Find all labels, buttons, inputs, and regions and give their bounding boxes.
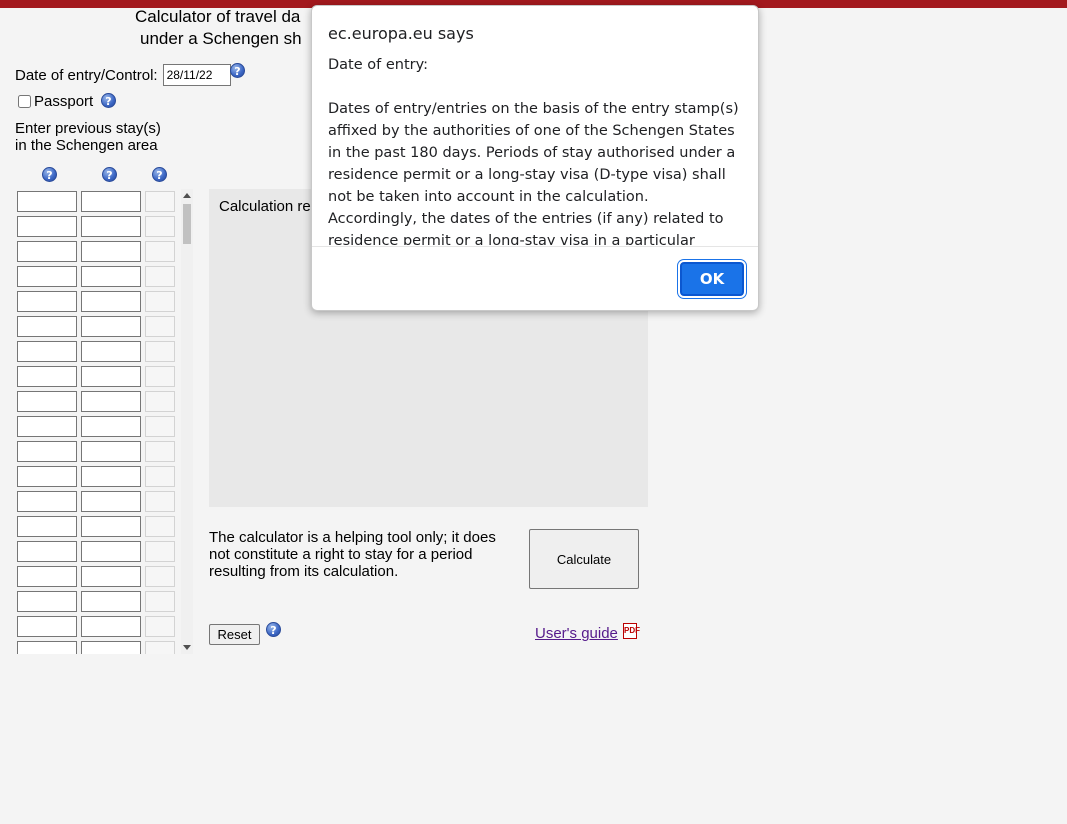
stay-days-field <box>145 491 175 512</box>
stay-entry-date-input[interactable] <box>17 191 77 212</box>
stay-exit-date-input[interactable] <box>81 516 141 537</box>
stay-days-field <box>145 291 175 312</box>
exit-column-help-icon[interactable]: ? <box>102 167 117 182</box>
stay-days-field <box>145 391 175 412</box>
dialog-origin: ec.europa.eu says <box>328 24 474 43</box>
stay-exit-date-input[interactable] <box>81 416 141 437</box>
stay-exit-date-input[interactable] <box>81 241 141 262</box>
scroll-up-arrow-icon[interactable] <box>183 193 191 198</box>
date-of-entry-input[interactable] <box>162 64 231 86</box>
stay-entry-date-input[interactable] <box>17 391 77 412</box>
previous-stays-grid <box>15 189 193 654</box>
alert-dialog: ec.europa.eu says Date of entry: Dates o… <box>311 5 759 311</box>
passport-row: Passport <box>18 93 93 110</box>
stay-days-field <box>145 566 175 587</box>
stay-entry-date-input[interactable] <box>17 466 77 487</box>
stay-entry-date-input[interactable] <box>17 566 77 587</box>
stay-exit-date-input[interactable] <box>81 216 141 237</box>
stay-exit-date-input[interactable] <box>81 266 141 287</box>
stay-entry-date-input[interactable] <box>17 216 77 237</box>
stay-days-field <box>145 316 175 337</box>
stay-entry-date-input[interactable] <box>17 366 77 387</box>
stay-days-field <box>145 266 175 287</box>
stay-days-field <box>145 341 175 362</box>
stay-entry-date-input[interactable] <box>17 591 77 612</box>
stay-exit-date-input[interactable] <box>81 566 141 587</box>
stay-days-field <box>145 466 175 487</box>
stay-days-field <box>145 516 175 537</box>
stay-exit-date-input[interactable] <box>81 341 141 362</box>
stay-days-field <box>145 616 175 637</box>
stay-entry-date-input[interactable] <box>17 416 77 437</box>
stay-exit-date-input[interactable] <box>81 441 141 462</box>
date-of-entry-row: Date of entry/Control: <box>15 64 231 86</box>
entry-column-help-icon[interactable]: ? <box>42 167 57 182</box>
stay-exit-date-input[interactable] <box>81 366 141 387</box>
stay-entry-date-input[interactable] <box>17 616 77 637</box>
days-column-help-icon[interactable]: ? <box>152 167 167 182</box>
stay-entry-date-input[interactable] <box>17 316 77 337</box>
previous-stays-label-line-1: Enter previous stay(s) <box>15 120 161 137</box>
stay-entry-date-input[interactable] <box>17 541 77 562</box>
stay-entry-date-input[interactable] <box>17 341 77 362</box>
page-title: Calculator of travel da under a Schengen… <box>135 6 302 50</box>
stay-exit-date-input[interactable] <box>81 466 141 487</box>
stay-days-field <box>145 541 175 562</box>
stay-entry-date-input[interactable] <box>17 491 77 512</box>
passport-label: Passport <box>34 93 94 110</box>
stay-days-field <box>145 416 175 437</box>
passport-help-icon[interactable]: ? <box>101 93 116 108</box>
stay-entry-date-input[interactable] <box>17 291 77 312</box>
stay-entry-date-input[interactable] <box>17 266 77 287</box>
previous-stays-label-line-2: in the Schengen area <box>15 137 158 154</box>
title-line-1: Calculator of travel da <box>135 7 301 26</box>
stay-days-field <box>145 441 175 462</box>
calculation-result-label: Calculation re <box>219 198 311 215</box>
stay-entry-date-input[interactable] <box>17 241 77 262</box>
stay-entry-date-input[interactable] <box>17 441 77 462</box>
stay-days-field <box>145 216 175 237</box>
pdf-file-icon[interactable]: PDF <box>623 623 640 639</box>
reset-help-icon[interactable]: ? <box>266 622 281 637</box>
users-guide-link[interactable]: User's guide <box>535 625 618 642</box>
reset-button[interactable]: Reset <box>209 624 260 645</box>
dialog-message[interactable]: Date of entry: Dates of entry/entries on… <box>328 54 742 245</box>
stay-entry-date-input[interactable] <box>17 641 77 654</box>
dialog-ok-button[interactable]: OK <box>680 262 744 296</box>
stay-exit-date-input[interactable] <box>81 541 141 562</box>
calculate-button[interactable]: Calculate <box>529 529 639 589</box>
stays-grid-scrollbar[interactable] <box>181 189 193 654</box>
title-line-2: under a Schengen sh <box>140 29 302 48</box>
stay-days-field <box>145 641 175 654</box>
scroll-down-arrow-icon[interactable] <box>183 645 191 650</box>
stay-entry-date-input[interactable] <box>17 516 77 537</box>
stay-exit-date-input[interactable] <box>81 491 141 512</box>
date-of-entry-label: Date of entry/Control: <box>15 66 158 84</box>
stay-exit-date-input[interactable] <box>81 316 141 337</box>
stay-days-field <box>145 591 175 612</box>
disclaimer-text: The calculator is a helping tool only; i… <box>209 529 496 580</box>
stay-days-field <box>145 241 175 262</box>
passport-checkbox[interactable] <box>18 95 31 108</box>
stay-exit-date-input[interactable] <box>81 191 141 212</box>
previous-stays-label: Enter previous stay(s) in the Schengen a… <box>15 120 161 154</box>
stay-exit-date-input[interactable] <box>81 591 141 612</box>
stay-exit-date-input[interactable] <box>81 291 141 312</box>
stay-exit-date-input[interactable] <box>81 641 141 654</box>
stay-days-field <box>145 191 175 212</box>
stay-exit-date-input[interactable] <box>81 616 141 637</box>
dialog-separator <box>312 246 758 247</box>
stay-exit-date-input[interactable] <box>81 391 141 412</box>
stay-days-field <box>145 366 175 387</box>
scroll-thumb[interactable] <box>183 204 191 244</box>
date-of-entry-help-icon[interactable]: ? <box>230 63 245 78</box>
